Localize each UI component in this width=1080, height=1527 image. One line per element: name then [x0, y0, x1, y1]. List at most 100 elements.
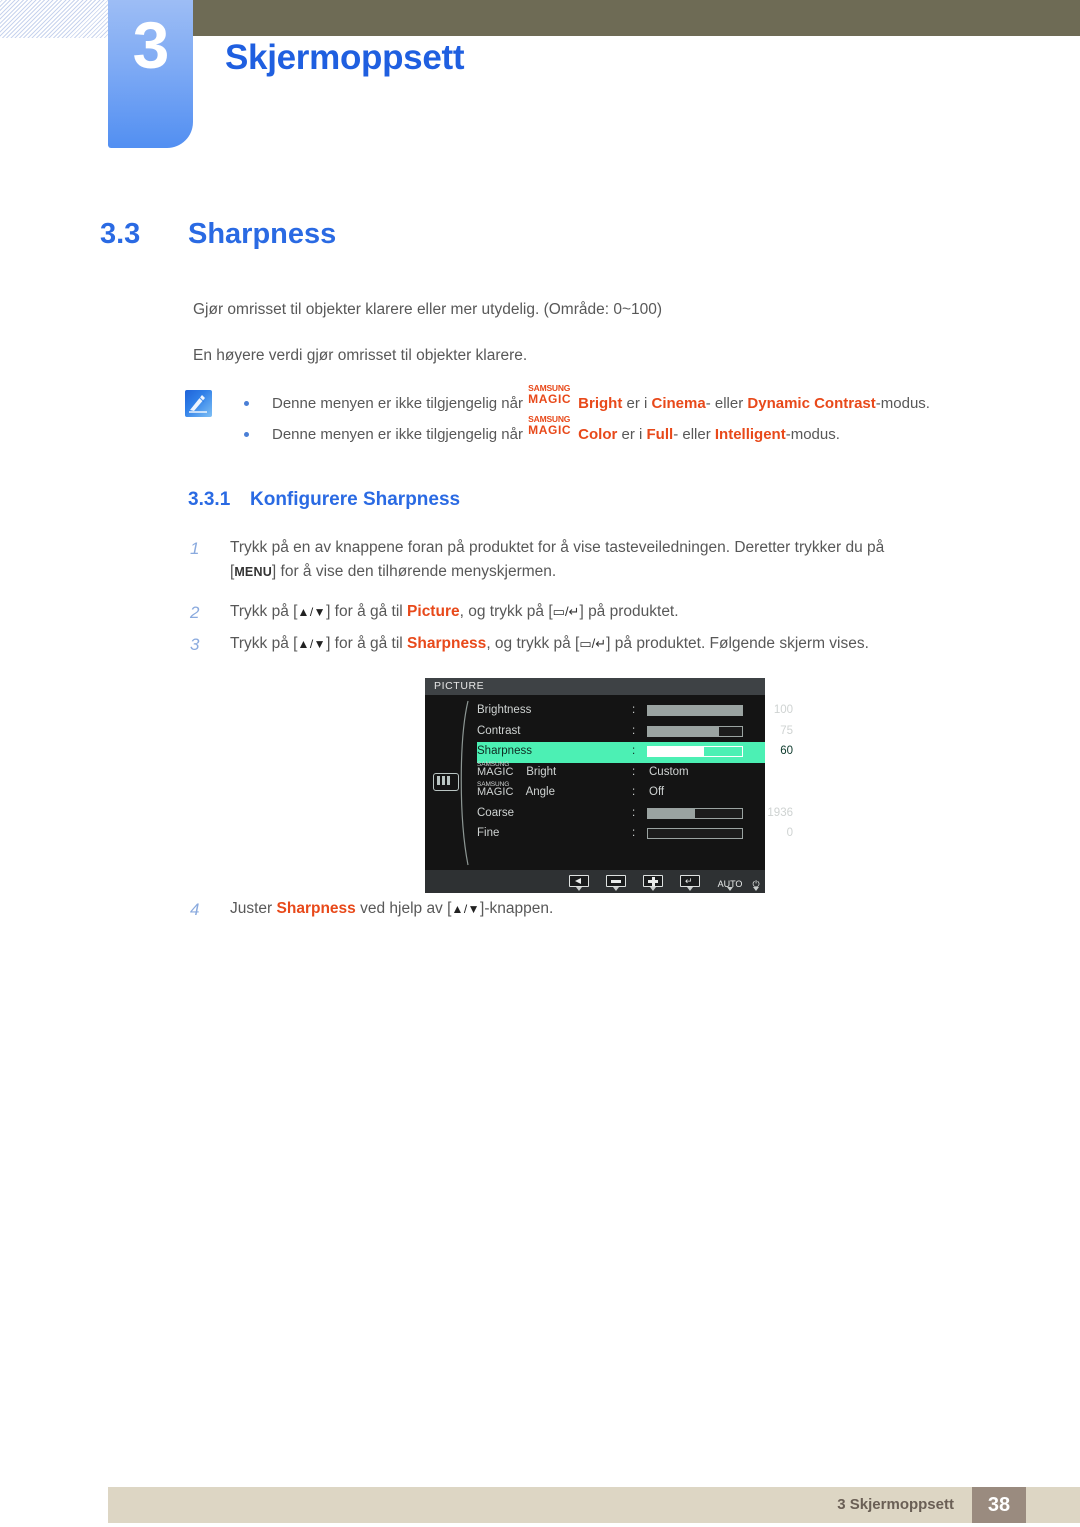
- osd-colon: :: [632, 724, 636, 737]
- step-text-part-b: for å vise den tilhørende menyskjermen.: [276, 563, 557, 581]
- step-text-part-c: ]-knappen.: [480, 900, 554, 917]
- step-text-part-b: ] for å gå til: [326, 603, 408, 620]
- step-target-menu: Picture: [407, 603, 460, 620]
- chapter-title: Skjermoppsett: [225, 38, 465, 77]
- note-pencil-icon: [185, 390, 212, 417]
- chapter-number: 3: [132, 8, 170, 82]
- section-number: 3.3: [100, 218, 141, 250]
- osd-label: Fine: [477, 827, 500, 839]
- osd-titlebar: PICTURE: [425, 678, 765, 695]
- note-feature-name: Color: [578, 426, 618, 443]
- osd-title: PICTURE: [434, 680, 485, 692]
- osd-auto-button[interactable]: AUTO: [713, 874, 747, 892]
- step-text-part-a: Juster: [230, 900, 277, 917]
- step-text: Trykk på [▲/▼] for å gå til Sharpness, o…: [230, 632, 1020, 656]
- step-4: 4 Juster Sharpness ved hjelp av [▲/▼]-kn…: [190, 897, 1020, 921]
- osd-rows: Brightness : 100 Contrast : 75 Sharpness…: [477, 701, 793, 845]
- step-text-part-a: Trykk på [: [230, 635, 298, 652]
- osd-colon: :: [632, 765, 636, 778]
- note-value-1: Full: [646, 426, 674, 443]
- page-number: 38: [972, 1487, 1026, 1523]
- osd-back-button[interactable]: [569, 874, 589, 892]
- step-text-part-b: ] for å gå til: [326, 635, 408, 652]
- osd-value: 100: [773, 704, 793, 716]
- bullet-icon: [244, 432, 249, 437]
- olive-header-bar: [193, 0, 1080, 36]
- osd-row-brightness[interactable]: Brightness : 100: [477, 701, 793, 722]
- osd-value: Off: [649, 786, 665, 798]
- samsung-magic-logo: SAMSUNG MAGIC: [477, 781, 523, 798]
- osd-row-fine[interactable]: Fine : 0: [477, 824, 793, 845]
- osd-slider-bar[interactable]: [647, 746, 743, 757]
- enter-glyph-icon: ▭/↵: [579, 636, 607, 651]
- osd-body: Brightness : 100 Contrast : 75 Sharpness…: [425, 695, 793, 870]
- step-3: 3 Trykk på [▲/▼] for å gå til Sharpness,…: [190, 632, 1020, 656]
- description-paragraph-2: En høyere verdi gjør omrisset til objekt…: [193, 347, 528, 364]
- step-target-menu: Sharpness: [407, 635, 487, 652]
- step-text-part-c: , og trykk på [: [486, 635, 580, 652]
- note-value-1: Cinema: [651, 395, 706, 412]
- osd-label: SAMSUNG MAGIC Bright: [477, 761, 556, 778]
- enter-icon: ↵: [680, 875, 700, 887]
- osd-plus-button[interactable]: [643, 874, 663, 892]
- step-1: 1 Trykk på en av knappene foran på produ…: [190, 536, 1020, 584]
- bullet-icon: [244, 401, 249, 406]
- enter-glyph-icon: ▭/↵: [552, 604, 580, 619]
- osd-row-contrast[interactable]: Contrast : 75: [477, 722, 793, 743]
- osd-label: Contrast: [477, 724, 521, 737]
- magic-bottom-text: MAGIC: [528, 423, 572, 437]
- step-text: Trykk på en av knappene foran på produkt…: [230, 536, 1020, 584]
- note-text-mid: er i: [622, 395, 652, 412]
- step-2: 2 Trykk på [▲/▼] for å gå til Picture, o…: [190, 600, 1020, 624]
- osd-colon: :: [632, 704, 636, 716]
- magic-bottom-text: MAGIC: [477, 765, 514, 778]
- osd-value: 60: [780, 745, 793, 757]
- samsung-magic-logo: SAMSUNG MAGIC: [528, 384, 578, 408]
- osd-row-coarse[interactable]: Coarse : 1936: [477, 804, 793, 825]
- osd-footer-toolbar: ↵ AUTO ⏻: [425, 870, 765, 893]
- samsung-magic-logo: SAMSUNG MAGIC: [477, 761, 523, 778]
- note-value-2: Intelligent: [714, 426, 786, 443]
- step-text: Trykk på [▲/▼] for å gå til Picture, og …: [230, 600, 1020, 624]
- chevron-down-icon: [753, 887, 759, 891]
- osd-slider-bar[interactable]: [647, 705, 743, 716]
- chevron-down-icon: [576, 887, 582, 891]
- osd-curve-decoration: [460, 700, 469, 866]
- note-text-between: - eller: [673, 426, 715, 443]
- subsection-number: 3.3.1: [188, 489, 231, 510]
- step-text-part-a: Trykk på [: [230, 603, 298, 620]
- section-title: Sharpness: [188, 218, 337, 250]
- osd-slider-bar[interactable]: [647, 725, 743, 737]
- osd-row-magic-bright[interactable]: SAMSUNG MAGIC Bright : Custom: [477, 761, 765, 784]
- osd-slider-bar[interactable]: [647, 807, 743, 819]
- samsung-magic-logo: SAMSUNG MAGIC: [528, 415, 578, 439]
- step-number: 2: [190, 603, 200, 622]
- note-text-prefix: Denne menyen er ikke tilgjengelig når: [272, 426, 528, 443]
- osd-menu-screenshot: PICTURE Brightness : 100 Contrast : 75 S…: [425, 678, 793, 893]
- magic-bottom-text: MAGIC: [528, 392, 572, 406]
- note-text-mid: er i: [617, 426, 647, 443]
- note-list: Denne menyen er ikke tilgjengelig når SA…: [230, 384, 1030, 450]
- up-down-arrow-icon: ▲/▼: [451, 902, 481, 916]
- up-down-arrow-icon: ▲/▼: [297, 605, 327, 619]
- osd-power-button[interactable]: ⏻: [749, 874, 763, 892]
- chevron-down-icon: [727, 887, 733, 891]
- chevron-down-icon: [613, 887, 619, 891]
- osd-enter-button[interactable]: ↵: [680, 874, 700, 892]
- osd-row-sharpness[interactable]: Sharpness : 60: [477, 742, 793, 763]
- subsection-title: Konfigurere Sharpness: [250, 489, 461, 510]
- osd-minus-button[interactable]: [606, 874, 626, 892]
- step-number: 4: [190, 900, 200, 919]
- osd-colon: :: [632, 827, 636, 839]
- section-heading: 3.3 Sharpness: [100, 218, 336, 251]
- step-target-menu: Sharpness: [276, 900, 356, 917]
- osd-slider-bar[interactable]: [647, 828, 743, 839]
- osd-value: 75: [780, 724, 793, 737]
- hatch-decoration: [0, 0, 112, 38]
- osd-row-magic-angle[interactable]: SAMSUNG MAGIC Angle : Off: [477, 781, 765, 804]
- step-number: 3: [190, 635, 200, 654]
- menu-key-label: MENU: [234, 565, 272, 580]
- osd-colon: :: [632, 806, 636, 819]
- step-text: Juster Sharpness ved hjelp av [▲/▼]-knap…: [230, 897, 1020, 921]
- step-text-part-a: Trykk på en av knappene foran på produkt…: [230, 539, 885, 556]
